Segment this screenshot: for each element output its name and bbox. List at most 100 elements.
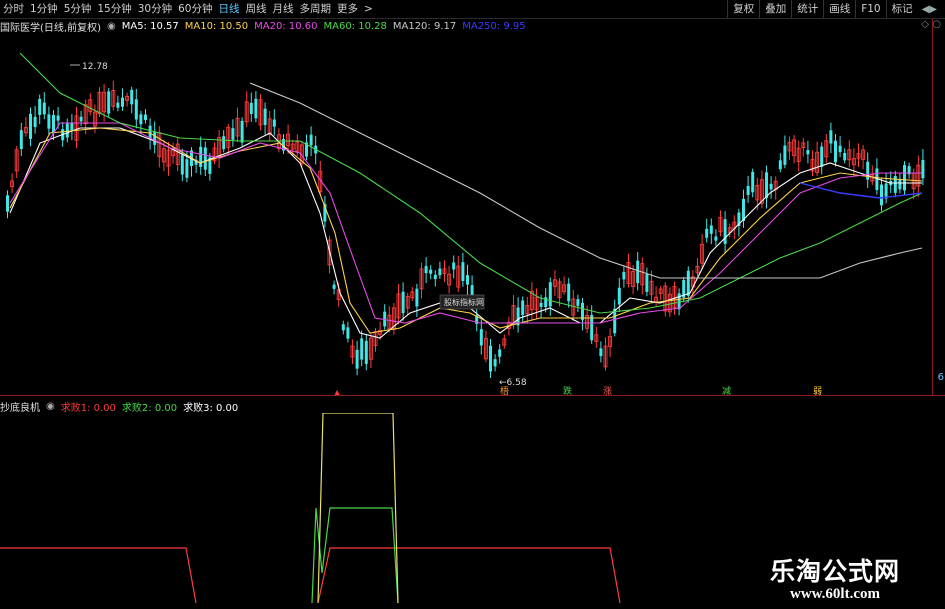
candle-body — [843, 152, 847, 161]
tab-9[interactable]: 多周期 — [297, 0, 335, 18]
candle-body — [590, 314, 594, 341]
candle-body — [401, 291, 405, 314]
more-arrow-icon[interactable]: > — [361, 0, 376, 18]
overlay-button[interactable]: 叠加 — [759, 0, 791, 18]
candle-body — [521, 300, 525, 316]
candle-body — [829, 130, 833, 144]
indicator-name[interactable]: 抄底良机 — [0, 399, 40, 414]
candle-body — [705, 228, 709, 238]
tab-1[interactable]: 1分钟 — [27, 0, 61, 18]
candle-body — [709, 225, 713, 234]
candle-body — [461, 262, 465, 282]
ma250-label: MA250: 9.95 — [462, 20, 526, 32]
candle-body — [820, 146, 824, 167]
candle-body — [581, 302, 584, 320]
watermark: 乐淘公式网 www.60lt.com — [760, 548, 945, 609]
ma60-label: MA60: 10.28 — [323, 20, 387, 32]
candle-body — [479, 329, 483, 346]
restore-rights-button[interactable]: 复权 — [727, 0, 759, 18]
tab-3[interactable]: 15分钟 — [94, 0, 134, 18]
candle-body — [272, 119, 276, 127]
stock-label: 国际医学(日线,前复权) — [0, 22, 101, 34]
qiubai3-label: 求败3: 0.00 — [183, 403, 239, 414]
candles — [6, 80, 925, 379]
candle-body — [765, 172, 768, 199]
high-label: 12.78 — [82, 62, 108, 72]
tab-2[interactable]: 5分钟 — [61, 0, 95, 18]
signal-marker: 跌 — [563, 386, 572, 395]
right-axis-mark: 6 — [937, 372, 944, 383]
candle-body — [42, 102, 46, 115]
signal-marker: 减 — [722, 385, 731, 395]
candle-body — [778, 160, 782, 170]
candle-body — [438, 268, 442, 276]
watermark-title: 乐淘公式网 — [770, 557, 901, 586]
candle-body — [222, 136, 226, 150]
period-toolbar: 分时 1分钟 5分钟 15分钟 30分钟 60分钟 日线 周线 月线 多周期 更多 > 复权 叠加 统… — [0, 0, 945, 19]
settings-icon[interactable]: ◉ — [107, 21, 116, 32]
candle-body — [19, 130, 23, 150]
candle-body — [341, 324, 345, 331]
candle-body — [489, 345, 492, 372]
candle-body — [107, 91, 111, 114]
statistics-button[interactable]: 统计 — [791, 0, 823, 18]
candle-body — [47, 114, 51, 129]
candle-body — [332, 284, 336, 289]
candle-body — [254, 98, 258, 119]
tab-10[interactable]: 更多 — [334, 0, 361, 18]
ma5-label: MA5: 10.57 — [121, 20, 179, 32]
candlestick-chart[interactable]: 12.78←6.58股标指标网梧跌涨减弱▲ — [0, 33, 932, 395]
candle-body — [121, 97, 124, 107]
nav-arrows-icon[interactable]: ◀▶ — [918, 4, 941, 15]
qiubai2-line — [311, 507, 399, 604]
expand-icon[interactable]: ◇ — [921, 19, 929, 30]
tab-8[interactable]: 月线 — [270, 0, 297, 18]
tab-0[interactable]: 分时 — [0, 0, 27, 18]
candle-body — [834, 140, 837, 163]
candle-body — [346, 327, 350, 339]
tab-6[interactable]: 日线 — [216, 0, 243, 18]
draw-line-button[interactable]: 画线 — [823, 0, 855, 18]
qiubai1-label: 求败1: 0.00 — [60, 403, 116, 414]
candle-body — [203, 147, 207, 170]
mark-button[interactable]: 标记 — [885, 0, 918, 18]
candle-body — [116, 102, 120, 108]
candle-body — [567, 283, 571, 302]
candle-body — [622, 272, 626, 280]
candle-body — [199, 146, 203, 168]
candle-body — [52, 114, 55, 134]
candle-body — [130, 89, 134, 105]
candle-body — [617, 287, 621, 305]
indicator-info-bar: 抄底良机 ◉ 求败1: 0.00 求败2: 0.00 求败3: 0.00 — [0, 399, 244, 414]
candle-body — [903, 164, 906, 191]
tab-7[interactable]: 周线 — [243, 0, 270, 18]
candle-body — [185, 159, 189, 178]
tab-5[interactable]: 60分钟 — [175, 0, 215, 18]
candle-body — [769, 183, 773, 190]
candle-body — [79, 116, 83, 122]
ma10-label: MA10: 10.50 — [184, 20, 249, 32]
panel-divider[interactable] — [0, 395, 945, 396]
candle-body — [65, 123, 69, 138]
candle-body — [29, 113, 32, 139]
settings-icon[interactable]: ◉ — [46, 401, 55, 412]
candle-body — [880, 184, 883, 206]
chart-tools: 复权 叠加 统计 画线 F10 标记 ◀▶ — [727, 0, 941, 18]
candle-body — [139, 114, 143, 125]
candle-body — [429, 269, 433, 274]
f10-button[interactable]: F10 — [855, 0, 885, 18]
candle-body — [686, 270, 690, 296]
candle-body — [466, 275, 469, 285]
ma20-label: MA20: 10.60 — [254, 20, 318, 32]
ma120-line — [249, 82, 923, 279]
qiubai1-line-b — [317, 547, 621, 604]
candle-body — [884, 183, 888, 199]
qiubai2-label: 求败2: 0.00 — [121, 403, 178, 414]
tab-4[interactable]: 30分钟 — [135, 0, 175, 18]
candle-body — [355, 349, 359, 369]
candle-body — [240, 120, 244, 143]
candle-body — [636, 260, 640, 284]
candle-body — [470, 285, 474, 297]
candle-body — [783, 145, 787, 165]
candle-body — [415, 288, 419, 307]
